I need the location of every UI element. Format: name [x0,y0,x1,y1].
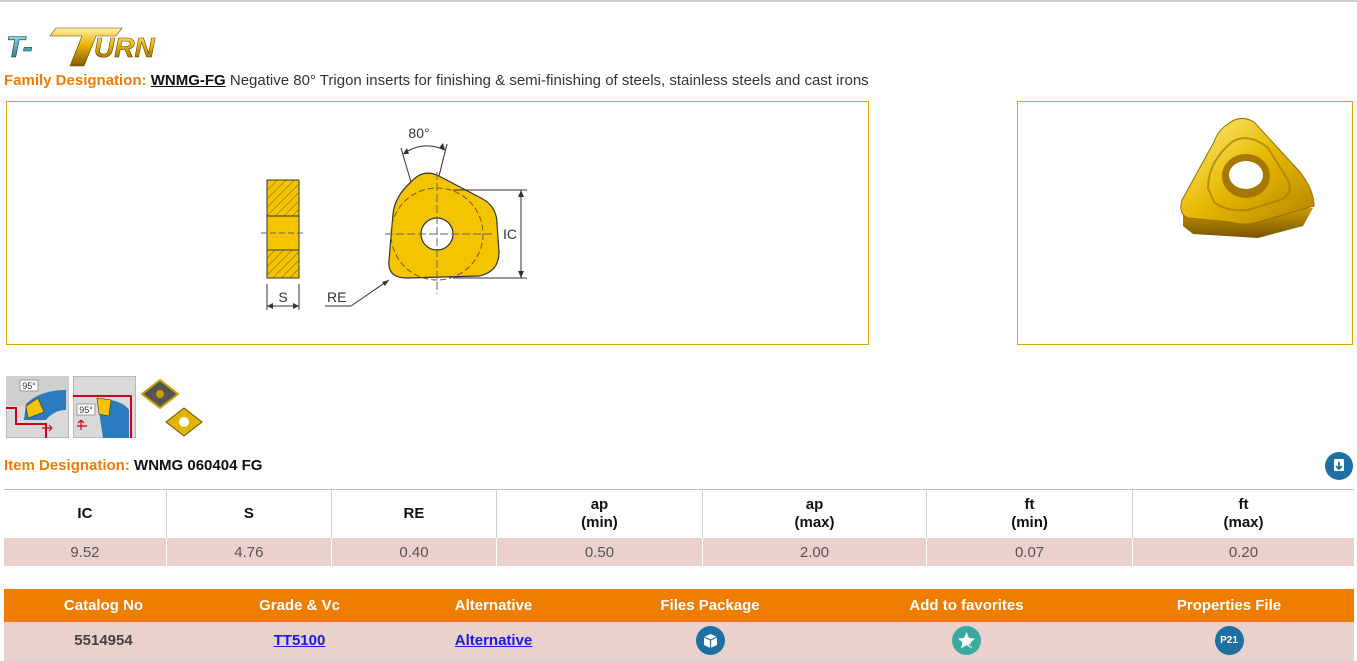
insert-product-thumbnail[interactable] [138,376,204,440]
top-divider [0,0,1357,2]
ic-dimension-label: IC [503,226,517,242]
parameters-table: IC S RE ap (min) ap (max) ft (min) ft (max) … [4,489,1354,566]
catalog-header-row: Catalog No Grade & Vc Alternative Files … [4,589,1354,622]
param-header-ft-max: ft (max) [1132,489,1354,538]
alternative-cell: Alternative [396,622,591,661]
family-label: Family Designation: [4,72,147,89]
catalog-row: 5514954 TT5100 Alternative P21 [4,622,1354,661]
svg-text:URN: URN [94,32,155,63]
favorites-cell [829,622,1104,661]
star-icon [958,632,976,649]
s-dimension-label: S [278,289,287,305]
holder-application-thumbnail-2[interactable]: 95° [73,376,136,438]
family-code-link[interactable]: WNMG-FG [151,72,226,89]
t-turn-logo: T- URN [6,27,156,67]
download-button[interactable] [1325,452,1353,480]
holder2-angle-label: 95° [79,405,93,415]
param-value-s: 4.76 [165,538,332,566]
properties-file-cell: P21 [1104,622,1354,661]
files-package-button[interactable] [695,626,725,655]
angle-dimension-label: 80° [408,125,429,141]
parameters-header-row: IC S RE ap (min) ap (max) ft (min) ft (max) [4,489,1354,538]
insert-technical-drawing: S 80° IC RE [261,125,527,310]
catalog-header-properties-file: Properties File [1104,589,1354,622]
catalog-header-alternative: Alternative [396,589,591,622]
item-designation-value: WNMG 060404 FG [134,457,263,474]
param-header-ap-max: ap (max) [701,489,927,538]
top-view [325,143,527,307]
param-value-re: 0.40 [330,538,497,566]
insert-photo [1180,118,1315,238]
catalog-header-grade: Grade & Vc [203,589,396,622]
alternative-link[interactable]: Alternative [455,632,533,649]
family-description: Negative 80° Trigon inserts for finishin… [229,72,869,89]
catalog-header-catalog-no: Catalog No [4,589,203,622]
product-photo-panel [1017,101,1353,345]
param-value-ic: 9.52 [4,538,167,566]
param-value-ft-max: 0.20 [1132,538,1354,566]
catalog-header-files-package: Files Package [591,589,829,622]
holder-application-thumbnail-1[interactable]: 95° [6,376,69,438]
holder1-angle-label: 95° [22,381,36,391]
download-icon [1334,459,1344,471]
param-header-re: RE [330,489,497,538]
param-value-ap-max: 2.00 [701,538,927,566]
catalog-header-favorites: Add to favorites [829,589,1104,622]
files-package-cell [591,622,829,661]
family-designation: Family Designation: WNMG-FG Negative 80°… [4,71,869,91]
properties-file-button[interactable]: P21 [1214,626,1244,655]
item-designation-label: Item Designation: [4,457,130,474]
add-to-favorites-button[interactable] [952,626,981,655]
package-box-icon [703,634,717,648]
param-header-s: S [165,489,332,538]
catalog-table: Catalog No Grade & Vc Alternative Files … [4,589,1354,661]
param-header-ic: IC [4,489,167,538]
grade-cell: TT5100 [203,622,396,661]
grade-link[interactable]: TT5100 [274,632,326,649]
param-header-ap-min: ap (min) [496,489,703,538]
param-header-ft-min: ft (min) [926,489,1133,538]
re-dimension-label: RE [327,289,346,305]
param-value-ap-min: 0.50 [496,538,703,566]
param-value-ft-min: 0.07 [926,538,1133,566]
parameters-value-row: 9.52 4.76 0.40 0.50 2.00 0.07 0.20 [4,538,1354,566]
svg-text:T-: T- [6,31,33,64]
catalog-number: 5514954 [4,622,203,661]
technical-drawing-panel: S 80° IC RE [6,101,869,345]
item-designation: Item Designation: WNMG 060404 FG [4,457,262,474]
